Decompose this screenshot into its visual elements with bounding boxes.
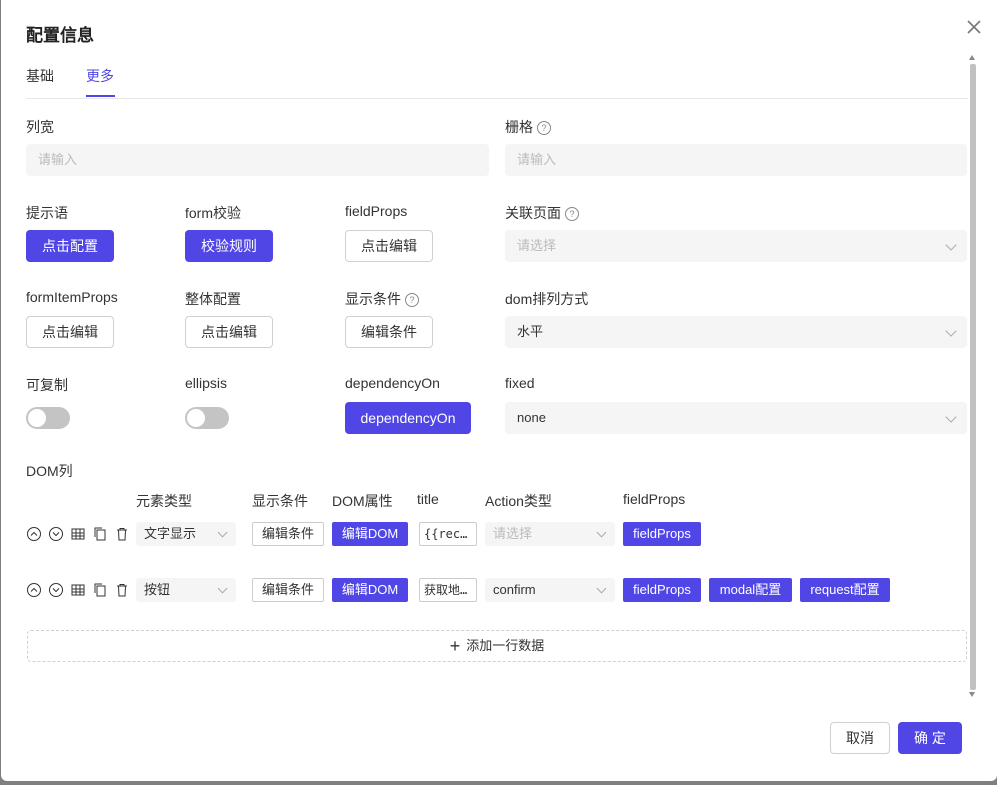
chevron-down-icon	[945, 239, 957, 251]
title-input[interactable]: {{rec…	[419, 522, 477, 546]
delete-icon[interactable]	[114, 526, 130, 542]
copyable-label: 可复制	[26, 377, 68, 393]
chevron-down-icon	[596, 527, 607, 538]
table-row-actions	[26, 526, 130, 542]
dependency-on-label: dependencyOn	[345, 375, 440, 391]
help-icon[interactable]: ?	[537, 121, 551, 135]
overall-config-edit-button[interactable]: 点击编辑	[185, 316, 273, 348]
tab-bar: 基础 更多	[26, 64, 968, 99]
chevron-down-icon	[217, 583, 228, 594]
config-dialog: 配置信息 基础 更多 列宽 请输入 栅格? 请输入 提示语 点击配置 form校…	[1, 0, 997, 781]
help-icon[interactable]: ?	[405, 293, 419, 307]
ellipsis-label: ellipsis	[185, 375, 228, 391]
close-icon[interactable]	[963, 16, 985, 38]
grid-input[interactable]: 请输入	[505, 144, 967, 176]
copy-icon[interactable]	[92, 582, 108, 598]
tip-label: 提示语	[26, 205, 68, 221]
fixed-select[interactable]: none	[505, 402, 967, 434]
scrollbar-thumb[interactable]	[970, 64, 976, 690]
help-icon[interactable]: ?	[565, 207, 579, 221]
related-page-select[interactable]: 请选择	[505, 230, 967, 262]
move-up-icon[interactable]	[26, 582, 42, 598]
col-width-input[interactable]: 请输入	[26, 144, 489, 176]
delete-icon[interactable]	[114, 582, 130, 598]
add-row-button[interactable]: + 添加一行数据	[27, 630, 967, 662]
modal-config-button[interactable]: modal配置	[709, 578, 792, 602]
col-width-label: 列宽	[26, 119, 54, 135]
request-config-button[interactable]: request配置	[800, 578, 890, 602]
ellipsis-switch[interactable]	[185, 407, 229, 429]
edit-condition-button[interactable]: 编辑条件	[252, 522, 324, 546]
dom-layout-label: dom排列方式	[505, 291, 589, 307]
copyable-switch[interactable]	[26, 407, 70, 429]
plus-icon: +	[449, 636, 461, 656]
form-item-props-label: formItemProps	[26, 289, 118, 305]
header-element-type: 元素类型	[136, 493, 192, 509]
related-page-label: 关联页面?	[505, 203, 579, 223]
header-field-props: fieldProps	[623, 491, 686, 507]
move-down-icon[interactable]	[48, 526, 64, 542]
dependency-on-button[interactable]: dependencyOn	[345, 402, 471, 434]
chevron-down-icon	[217, 527, 228, 538]
tab-more[interactable]: 更多	[86, 66, 114, 86]
header-dom-attr: DOM属性	[332, 493, 393, 509]
field-props-label: fieldProps	[345, 203, 408, 219]
tip-config-button[interactable]: 点击配置	[26, 230, 114, 262]
tab-basic[interactable]: 基础	[26, 66, 54, 86]
edit-condition-button[interactable]: 编辑条件	[345, 316, 433, 348]
action-type-select[interactable]: 请选择	[485, 522, 615, 546]
header-title: title	[417, 491, 439, 507]
chevron-down-icon	[945, 411, 957, 423]
dom-list-label: DOM列	[26, 463, 73, 479]
field-props-edit-button[interactable]: 点击编辑	[345, 230, 433, 262]
action-type-select[interactable]: confirm	[485, 578, 615, 602]
table-row-actions	[26, 582, 130, 598]
dom-layout-select[interactable]: 水平	[505, 316, 967, 348]
move-up-icon[interactable]	[26, 526, 42, 542]
header-show-condition: 显示条件	[252, 493, 308, 509]
ok-button[interactable]: 确 定	[898, 722, 962, 754]
chevron-down-icon	[596, 583, 607, 594]
element-type-select[interactable]: 文字显示	[136, 522, 236, 546]
element-type-select[interactable]: 按钮	[136, 578, 236, 602]
fixed-label: fixed	[505, 375, 535, 391]
overall-config-label: 整体配置	[185, 291, 241, 307]
dialog-title: 配置信息	[26, 26, 94, 45]
cancel-button[interactable]: 取消	[830, 722, 890, 754]
edit-condition-button[interactable]: 编辑条件	[252, 578, 324, 602]
chevron-down-icon	[945, 325, 957, 337]
field-props-button[interactable]: fieldProps	[623, 522, 701, 546]
move-down-icon[interactable]	[48, 582, 64, 598]
table-icon[interactable]	[70, 526, 86, 542]
show-condition-label: 显示条件?	[345, 289, 419, 309]
copy-icon[interactable]	[92, 526, 108, 542]
validate-rules-button[interactable]: 校验规则	[185, 230, 273, 262]
scroll-up-arrow-icon[interactable]	[969, 55, 975, 60]
header-action-type: Action类型	[485, 493, 552, 509]
scroll-down-arrow-icon[interactable]	[969, 692, 975, 697]
edit-dom-button[interactable]: 编辑DOM	[332, 522, 408, 546]
form-item-props-edit-button[interactable]: 点击编辑	[26, 316, 114, 348]
grid-label: 栅格?	[505, 117, 551, 137]
edit-dom-button[interactable]: 编辑DOM	[332, 578, 408, 602]
title-input[interactable]: 获取地…	[419, 578, 477, 602]
field-props-button[interactable]: fieldProps	[623, 578, 701, 602]
form-validate-label: form校验	[185, 205, 241, 221]
active-tab-indicator	[86, 95, 115, 97]
table-icon[interactable]	[70, 582, 86, 598]
